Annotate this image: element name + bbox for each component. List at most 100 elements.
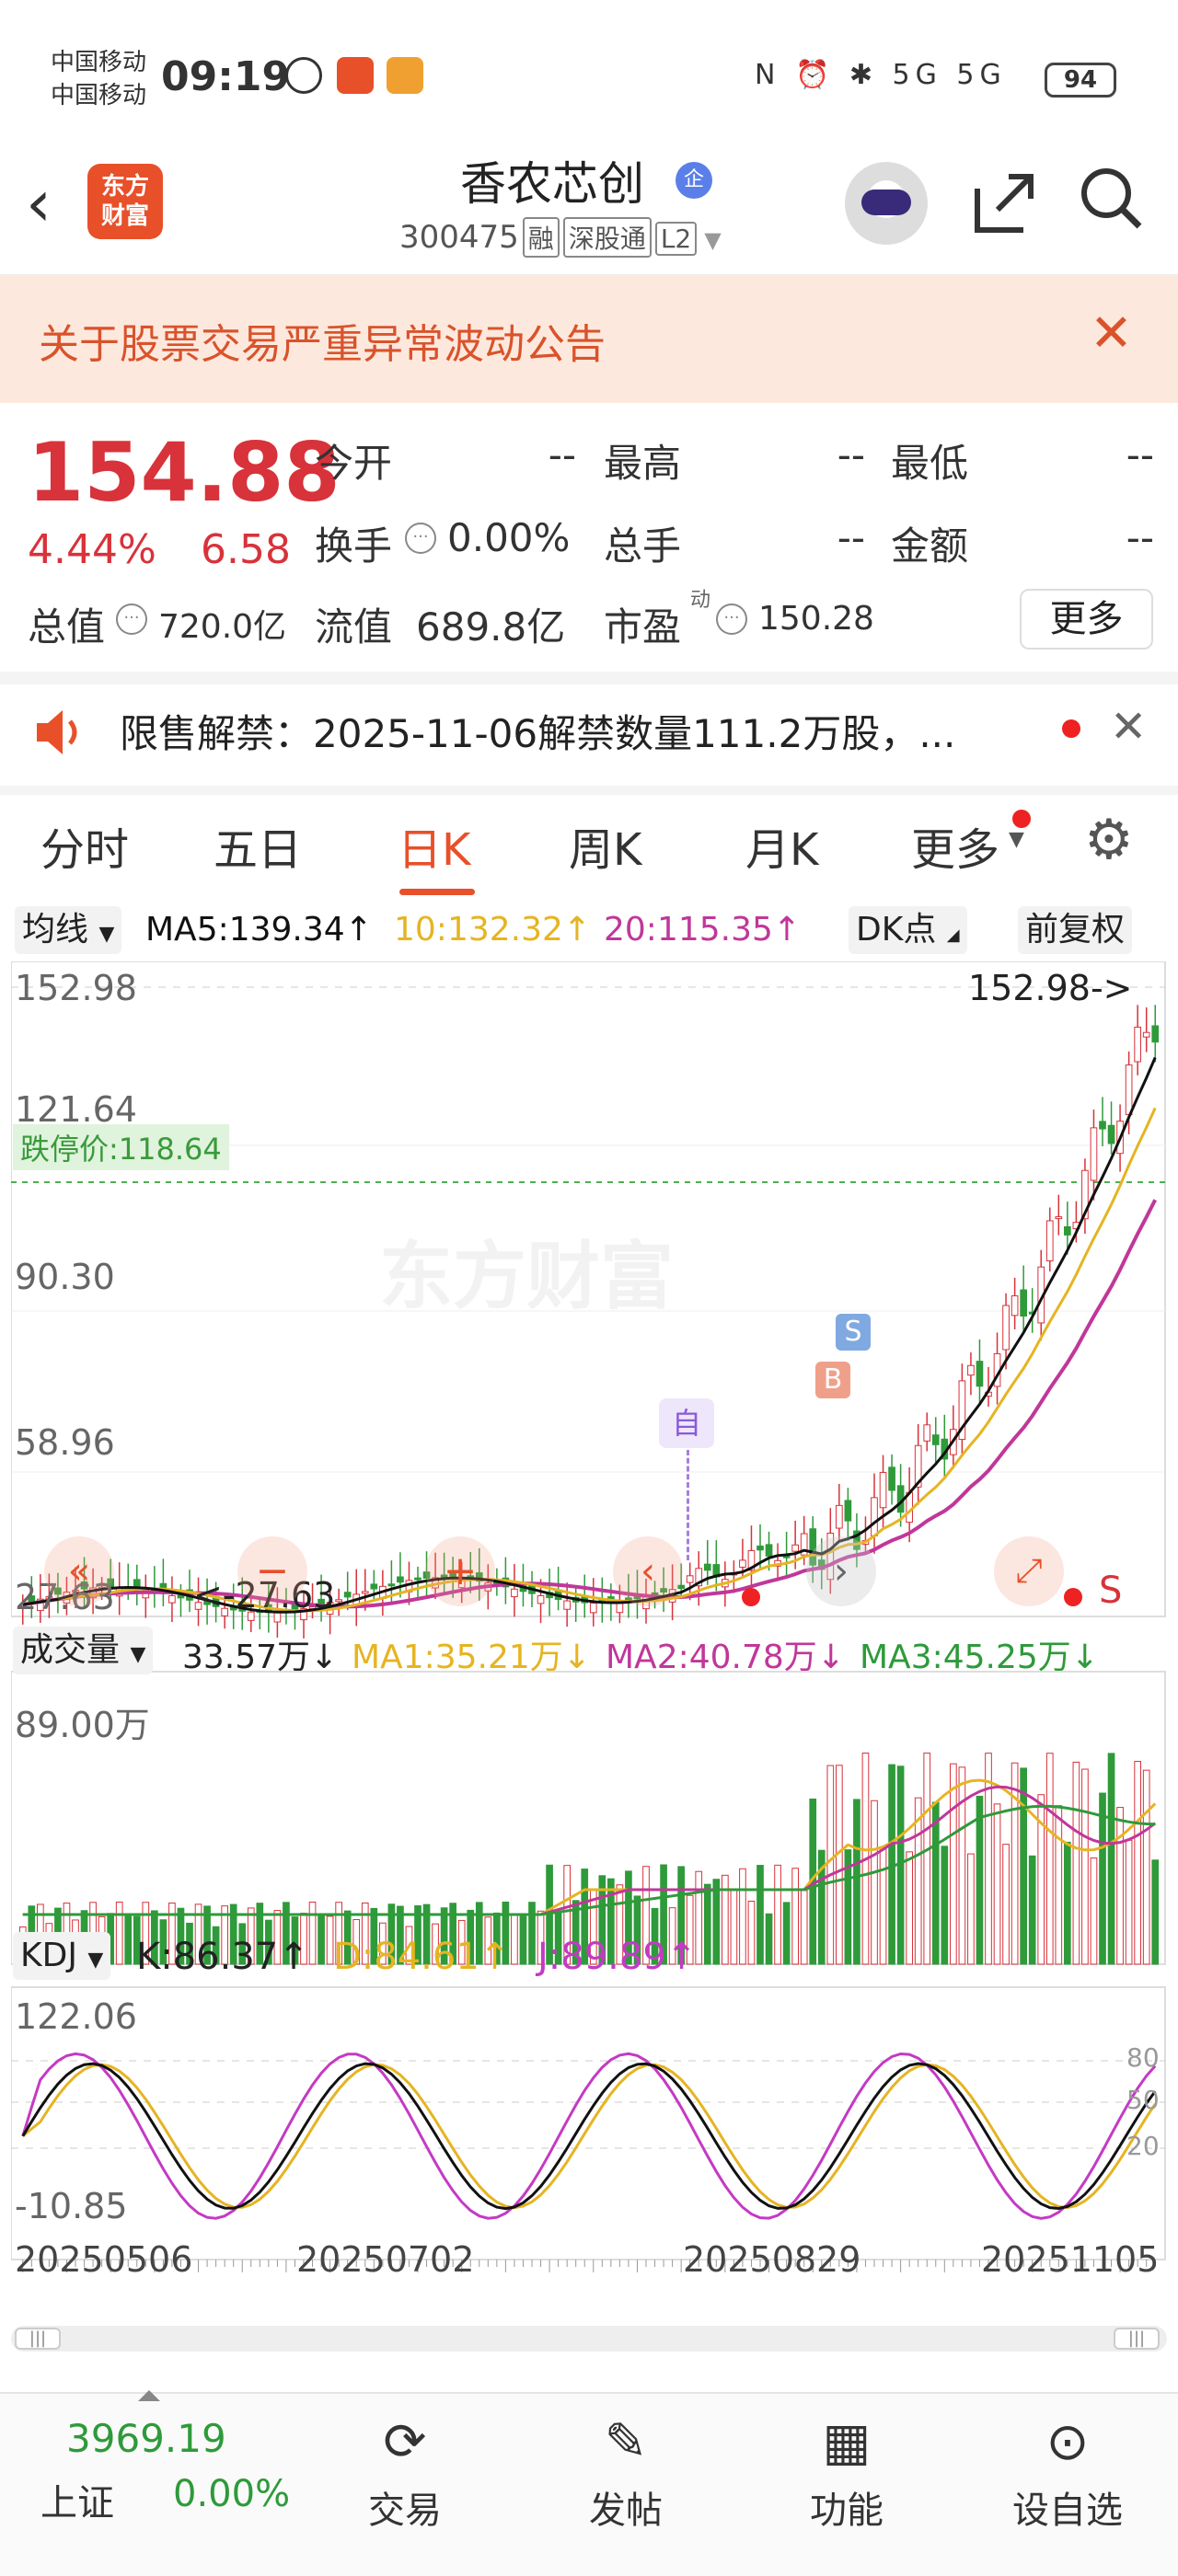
tab-weekly-k[interactable]: 周K bbox=[569, 813, 641, 878]
sell-marker[interactable]: S bbox=[836, 1314, 871, 1351]
chart-scrollbar[interactable] bbox=[11, 2326, 1167, 2352]
unlock-text[interactable]: 限售解禁：2025-11-06解禁数量111.2万股，... bbox=[120, 703, 955, 759]
volume-bar bbox=[703, 1883, 711, 1965]
dk-point-button[interactable]: DK点 ◢ bbox=[849, 906, 967, 954]
nav-trade[interactable]: ⟳ 交易 bbox=[331, 2410, 479, 2534]
chevron-down-icon: ▼ bbox=[130, 1643, 146, 1666]
chevron-down-icon: ▼ bbox=[98, 923, 115, 946]
limit-down-label: 跌停价:118.64 bbox=[13, 1124, 229, 1170]
info-icon[interactable]: ··· bbox=[716, 604, 747, 635]
divider bbox=[0, 786, 1178, 795]
volume-bar bbox=[1151, 1859, 1160, 1965]
volume-bar bbox=[124, 1913, 133, 1965]
close-icon[interactable]: ✕ bbox=[1110, 701, 1147, 753]
candles-group bbox=[18, 1005, 1160, 1639]
rewind-icon[interactable]: « bbox=[44, 1536, 114, 1606]
nav-add-watchlist[interactable]: ⊙ 设自选 bbox=[994, 2410, 1141, 2534]
event-dot[interactable] bbox=[1064, 1588, 1082, 1606]
date-label: 20251105 bbox=[981, 2239, 1160, 2280]
price-tick: 152.98 bbox=[15, 968, 137, 1008]
volume-bar bbox=[730, 1889, 738, 1965]
candle-body bbox=[1142, 1031, 1150, 1038]
buy-marker[interactable]: B bbox=[815, 1362, 850, 1398]
tab-daily-k[interactable]: 日K bbox=[398, 813, 470, 878]
scroll-handle-left[interactable]: ||| bbox=[15, 2328, 61, 2350]
stock-code-row[interactable]: 300475 融深股通 L2 ▼ bbox=[399, 217, 722, 258]
prev-icon[interactable]: ‹ bbox=[613, 1536, 683, 1606]
ma-selector[interactable]: 均线 ▼ bbox=[15, 906, 122, 954]
candle-body bbox=[931, 1434, 940, 1445]
candle-body bbox=[397, 1576, 404, 1583]
candle-body bbox=[1134, 1026, 1141, 1063]
index-name[interactable]: 上证 bbox=[40, 2473, 114, 2526]
date-label: 20250702 bbox=[296, 2239, 475, 2280]
share-icon[interactable] bbox=[968, 166, 1042, 239]
zoom-out-icon[interactable]: − bbox=[237, 1536, 307, 1606]
chevron-down-icon: ▼ bbox=[1009, 828, 1024, 851]
marker-line bbox=[687, 1450, 689, 1560]
volume-selector[interactable]: 成交量 ▼ bbox=[13, 1627, 154, 1674]
chevron-down-icon: ▼ bbox=[87, 1949, 104, 1972]
volume-bar bbox=[308, 1902, 317, 1965]
max-price-marker: 152.98-> bbox=[968, 968, 1133, 1008]
volume-bar bbox=[950, 1763, 957, 1965]
adjust-button[interactable]: 前复权 bbox=[1018, 906, 1133, 954]
nav-post[interactable]: ✎ 发帖 bbox=[552, 2410, 699, 2534]
turnover-label: 换手 bbox=[315, 523, 393, 569]
price-tick: 90.30 bbox=[15, 1257, 115, 1297]
volume-bar bbox=[1142, 1769, 1150, 1965]
search-icon[interactable] bbox=[1079, 166, 1143, 230]
volume-bar bbox=[1064, 1841, 1071, 1965]
ma-selector-label: 均线 bbox=[22, 911, 89, 949]
gear-icon[interactable]: ⚙ bbox=[1084, 808, 1134, 872]
candle-body bbox=[739, 1559, 746, 1568]
scroll-handle-right[interactable]: ||| bbox=[1114, 2328, 1160, 2350]
indicator-selector[interactable]: KDJ ▼ bbox=[13, 1932, 111, 1980]
trade-icon: ⟳ bbox=[383, 2412, 427, 2472]
candlestick-chart[interactable]: 东方财富 bbox=[11, 961, 1167, 2544]
tab-five-day[interactable]: 五日 bbox=[214, 813, 302, 878]
candle-body bbox=[1020, 1289, 1027, 1317]
next-icon[interactable]: › bbox=[806, 1536, 876, 1606]
indicator-selector-label: KDJ bbox=[20, 1937, 77, 1974]
volume-bars bbox=[18, 1753, 1160, 1965]
nav-functions-label: 功能 bbox=[810, 2490, 884, 2532]
volume-bar bbox=[1011, 1762, 1019, 1965]
index-change[interactable]: 0.00% bbox=[173, 2473, 290, 2515]
fullscreen-icon[interactable]: ⤢ bbox=[994, 1536, 1064, 1606]
active-tab-indicator bbox=[399, 889, 475, 895]
more-button[interactable]: 更多 bbox=[1020, 589, 1153, 650]
chevron-down-icon: ▼ bbox=[704, 227, 722, 253]
candle-body bbox=[537, 1594, 545, 1604]
nav-functions[interactable]: ▦ 功能 bbox=[773, 2410, 920, 2534]
volume-label: 总手 bbox=[604, 523, 682, 569]
index-value[interactable]: 3969.19 bbox=[66, 2416, 226, 2461]
market-cap-value: 720.0亿 bbox=[158, 608, 287, 646]
candle-body bbox=[335, 1599, 342, 1603]
close-icon[interactable]: ✕ bbox=[1090, 304, 1133, 363]
volume-bar bbox=[1028, 1855, 1036, 1965]
tab-more[interactable]: 更多 bbox=[911, 813, 999, 878]
amount-value: -- bbox=[1126, 515, 1154, 560]
tab-intraday[interactable]: 分时 bbox=[40, 813, 129, 878]
info-icon[interactable]: ··· bbox=[405, 523, 436, 554]
dk-label: DK点 bbox=[856, 911, 937, 949]
zoom-in-icon[interactable]: + bbox=[425, 1536, 495, 1606]
nav-add-watchlist-label: 设自选 bbox=[1012, 2490, 1123, 2532]
event-dot[interactable] bbox=[742, 1588, 760, 1606]
volume-bar bbox=[958, 1766, 966, 1965]
info-icon[interactable]: ··· bbox=[116, 604, 147, 635]
candle-body bbox=[791, 1544, 799, 1552]
eastmoney-logo[interactable]: 东方 财富 bbox=[87, 164, 163, 239]
volume-bar bbox=[1072, 1761, 1080, 1965]
volume-ma1: MA1:35.21万↓ bbox=[352, 1639, 591, 1676]
volume-bar bbox=[826, 1765, 835, 1965]
app-notify-icon bbox=[285, 57, 322, 94]
kdj-panel-frame bbox=[11, 1986, 1166, 2260]
candle-body bbox=[361, 1591, 369, 1594]
tab-monthly-k[interactable]: 月K bbox=[745, 813, 818, 878]
self-select-marker[interactable]: 自 bbox=[659, 1398, 714, 1448]
turnover-value: 0.00% bbox=[447, 515, 571, 560]
announcement-text[interactable]: 关于股票交易严重异常波动公告 bbox=[39, 311, 606, 370]
back-icon[interactable]: ‹ bbox=[26, 171, 63, 245]
